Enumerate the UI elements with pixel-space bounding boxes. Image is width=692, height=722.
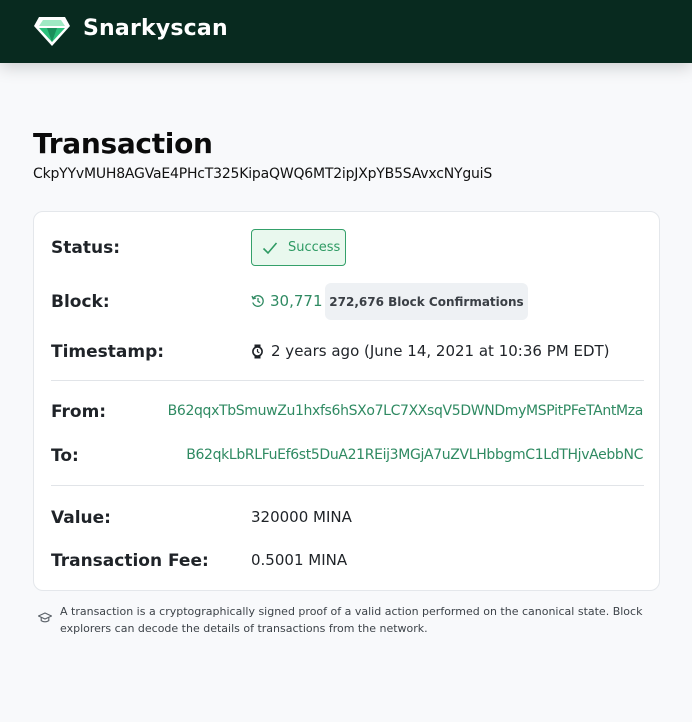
transaction-value: 320000 MINA: [251, 508, 352, 526]
from-address-link[interactable]: B62qqxTbSmuwZu1hxfs6hSXo7LC7XXsqV5DWNDmy…: [168, 403, 644, 419]
timestamp-label: Timestamp:: [51, 342, 165, 362]
top-navbar: Snarkyscan: [0, 0, 692, 63]
block-number[interactable]: 30,771: [270, 292, 323, 310]
divider: [51, 380, 644, 381]
value-label: Value:: [51, 508, 111, 528]
block-confirmations-badge: 272,676 Block Confirmations: [325, 283, 528, 320]
divider: [51, 485, 644, 486]
history-clock-icon: [251, 295, 264, 307]
checkmark-icon: [262, 241, 278, 254]
from-label: From:: [51, 402, 107, 422]
status-badge: Success: [251, 229, 346, 266]
transaction-fee-value: 0.5001 MINA: [251, 551, 348, 569]
block-link[interactable]: 30,771: [251, 292, 323, 310]
transaction-details-card: Status: Success Block: 30,771 272,676 Bl…: [33, 211, 660, 591]
timestamp-value: 2 years ago (June 14, 2021 at 10:36 PM E…: [271, 342, 610, 360]
timestamp-value-group: 2 years ago (June 14, 2021 at 10:36 PM E…: [251, 342, 610, 360]
emerald-gem-icon[interactable]: [33, 14, 71, 48]
transaction-hash: CkpYYvMUH8AGVaE4PHcT325KipaQWQ6MT2ipJXpY…: [33, 166, 493, 182]
footnote-text: A transaction is a cryptographically sig…: [60, 605, 643, 635]
brand-name[interactable]: Snarkyscan: [83, 16, 228, 41]
page-title: Transaction: [33, 127, 213, 160]
status-value: Success: [288, 240, 341, 255]
graduation-cap-icon: [38, 612, 52, 623]
status-label: Status:: [51, 238, 120, 258]
to-label: To:: [51, 446, 79, 466]
watch-icon: [252, 344, 263, 358]
to-address-link[interactable]: B62qkLbRLFuEf6st5DuA21REij3MGjA7uZVLHbbg…: [186, 447, 643, 463]
fee-label: Transaction Fee:: [51, 551, 209, 571]
block-label: Block:: [51, 292, 110, 312]
